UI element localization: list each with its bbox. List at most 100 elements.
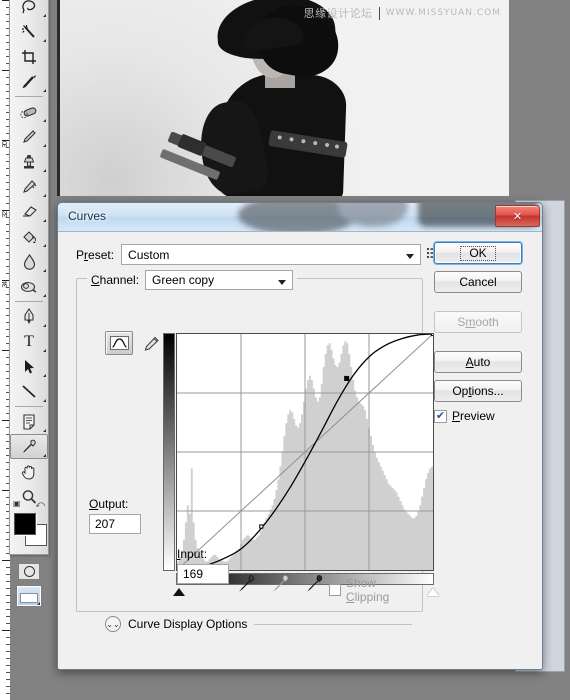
- curves-dialog[interactable]: Curves ✕ Preset: Custom Channel: Green c…: [57, 202, 543, 670]
- sidebar-item-dodge-tool[interactable]: [10, 274, 48, 299]
- black-point-slider[interactable]: [173, 588, 185, 596]
- channel-value: Green copy: [152, 273, 215, 287]
- input-label: Input:: [177, 547, 208, 561]
- tool-expand-icon: [43, 169, 46, 172]
- tool-expand-icon: [43, 349, 46, 352]
- tool-expand-icon: [43, 119, 46, 122]
- preset-label: Preset:: [76, 247, 115, 262]
- preview-checkbox[interactable]: ✔ Preview: [434, 409, 526, 423]
- color-swatches[interactable]: ▣ ⤺: [10, 499, 48, 561]
- photoshop-app-window: 30 32 34 思缘设计论坛 WWW.MISSYUAN.COM T ▣ ⤺ C…: [0, 0, 570, 700]
- preset-select[interactable]: Custom: [121, 244, 421, 265]
- sidebar-item-clone-stamp-tool[interactable]: [10, 149, 48, 174]
- sidebar-item-type-tool[interactable]: T: [10, 329, 48, 354]
- ok-button-label: OK: [460, 245, 496, 261]
- photo-left-edge: [57, 0, 60, 196]
- channel-group: Channel: Green copy Output: 207 Input: 1…: [76, 270, 439, 632]
- tool-expand-icon: [43, 194, 46, 197]
- tool-expand-icon: [43, 39, 46, 42]
- output-label: Output:: [89, 497, 129, 511]
- sidebar-item-path-selection-tool[interactable]: [10, 354, 48, 379]
- watermark-en: WWW.MISSYUAN.COM: [385, 8, 501, 18]
- sidebar-item-lasso-tool[interactable]: [10, 0, 48, 19]
- section-divider: [254, 623, 412, 625]
- sidebar-item-eyedropper-tool[interactable]: [10, 434, 48, 459]
- sidebar-item-healing-brush-tool[interactable]: [10, 99, 48, 124]
- screen-mode-button[interactable]: [10, 582, 48, 610]
- chevron-down-icon[interactable]: ⌄⌄: [105, 616, 121, 632]
- sidebar-item-magic-wand-tool[interactable]: [10, 19, 48, 44]
- cancel-button[interactable]: Cancel: [434, 271, 522, 293]
- dialog-title: Curves: [68, 209, 107, 223]
- tool-expand-icon: [37, 602, 40, 605]
- foreground-color-swatch[interactable]: [14, 513, 36, 535]
- tool-expand-icon: [43, 399, 46, 402]
- checkbox-box[interactable]: [329, 584, 341, 596]
- photo-subject: [159, 0, 375, 196]
- dialog-titlebar[interactable]: Curves ✕: [58, 203, 542, 232]
- output-field-group: Output: 207: [89, 497, 155, 534]
- default-colors-icon[interactable]: ▣: [13, 499, 21, 508]
- input-input[interactable]: 169: [177, 564, 229, 584]
- tool-expand-icon: [43, 14, 46, 17]
- preview-label: Preview: [452, 409, 495, 423]
- quick-mask-icon: [23, 566, 35, 577]
- aero-glass-reflection: [208, 203, 538, 231]
- tool-expand-icon: [43, 244, 46, 247]
- edit-points-icon[interactable]: [105, 331, 133, 355]
- watermark: 思缘设计论坛 WWW.MISSYUAN.COM: [304, 5, 501, 21]
- sidebar-item-pen-tool[interactable]: [10, 304, 48, 329]
- ok-button[interactable]: OK: [434, 242, 522, 264]
- tool-divider: [15, 301, 43, 302]
- dialog-buttons[interactable]: OK Cancel Sm ooth Auto Op t ions... ✔ Previ…: [434, 242, 526, 423]
- curve-display-options-label: Curve Display Options: [128, 617, 248, 631]
- tool-divider: [15, 96, 43, 97]
- watermark-cn: 思缘设计论坛: [303, 7, 373, 20]
- channel-label: Channel:: [91, 273, 140, 287]
- sidebar-item-hand-tool[interactable]: [10, 459, 48, 484]
- output-gradient-bar: [163, 333, 175, 571]
- gray-point-eyedropper[interactable]: [271, 574, 291, 594]
- sidebar-item-history-brush-tool[interactable]: [10, 174, 48, 199]
- channel-select[interactable]: Green copy: [145, 270, 294, 290]
- show-clipping-label: Show Clipping: [345, 576, 390, 604]
- show-clipping-checkbox[interactable]: Show Clipping: [329, 576, 422, 604]
- photo-image: [57, 0, 509, 196]
- preset-row: Preset: Custom: [76, 244, 421, 265]
- watermark-separator: [378, 6, 380, 20]
- tool-expand-icon: [43, 454, 46, 457]
- sidebar-item-brush-tool[interactable]: [10, 124, 48, 149]
- preset-value: Custom: [128, 247, 170, 262]
- tool-expand-icon: [43, 89, 46, 92]
- white-point-slider[interactable]: [427, 588, 439, 596]
- sidebar-item-line-tool[interactable]: [10, 379, 48, 404]
- sidebar-item-eraser-tool[interactable]: [10, 199, 48, 224]
- chevron-down-icon: [406, 254, 414, 259]
- output-input[interactable]: 207: [89, 514, 141, 534]
- draw-pencil-icon[interactable]: [137, 331, 165, 355]
- auto-button[interactable]: Auto: [434, 351, 522, 373]
- smooth-button: Sm ooth: [434, 311, 522, 333]
- curve-display-options-row[interactable]: ⌄⌄ Curve Display Options: [105, 616, 412, 632]
- sidebar-item-slice-tool[interactable]: [10, 69, 48, 94]
- close-icon[interactable]: ✕: [495, 205, 540, 227]
- tools-palette[interactable]: T ▣ ⤺: [9, 0, 49, 607]
- tone-curve-graph[interactable]: [176, 333, 434, 571]
- sidebar-item-blur-tool[interactable]: [10, 249, 48, 274]
- black-point-eyedropper[interactable]: [237, 574, 257, 594]
- document-canvas[interactable]: 思缘设计论坛 WWW.MISSYUAN.COM: [57, 0, 509, 196]
- curve-edit-tools[interactable]: [105, 331, 165, 355]
- swap-colors-icon[interactable]: ⤺: [35, 499, 45, 510]
- tool-expand-icon: [43, 324, 46, 327]
- sidebar-item-gradient-tool[interactable]: [10, 224, 48, 249]
- options-button[interactable]: Op t ions...: [434, 380, 522, 402]
- tool-expand-icon: [43, 429, 46, 432]
- tool-expand-icon: [43, 374, 46, 377]
- checkbox-box[interactable]: ✔: [434, 409, 447, 423]
- channel-row: Channel: Green copy: [87, 270, 298, 290]
- sidebar-item-notes-tool[interactable]: [10, 409, 48, 434]
- white-point-eyedropper[interactable]: [305, 574, 325, 594]
- quick-mask-toggle[interactable]: [10, 561, 48, 582]
- eyedropper-group[interactable]: [237, 574, 325, 594]
- sidebar-item-crop-tool[interactable]: [10, 44, 48, 69]
